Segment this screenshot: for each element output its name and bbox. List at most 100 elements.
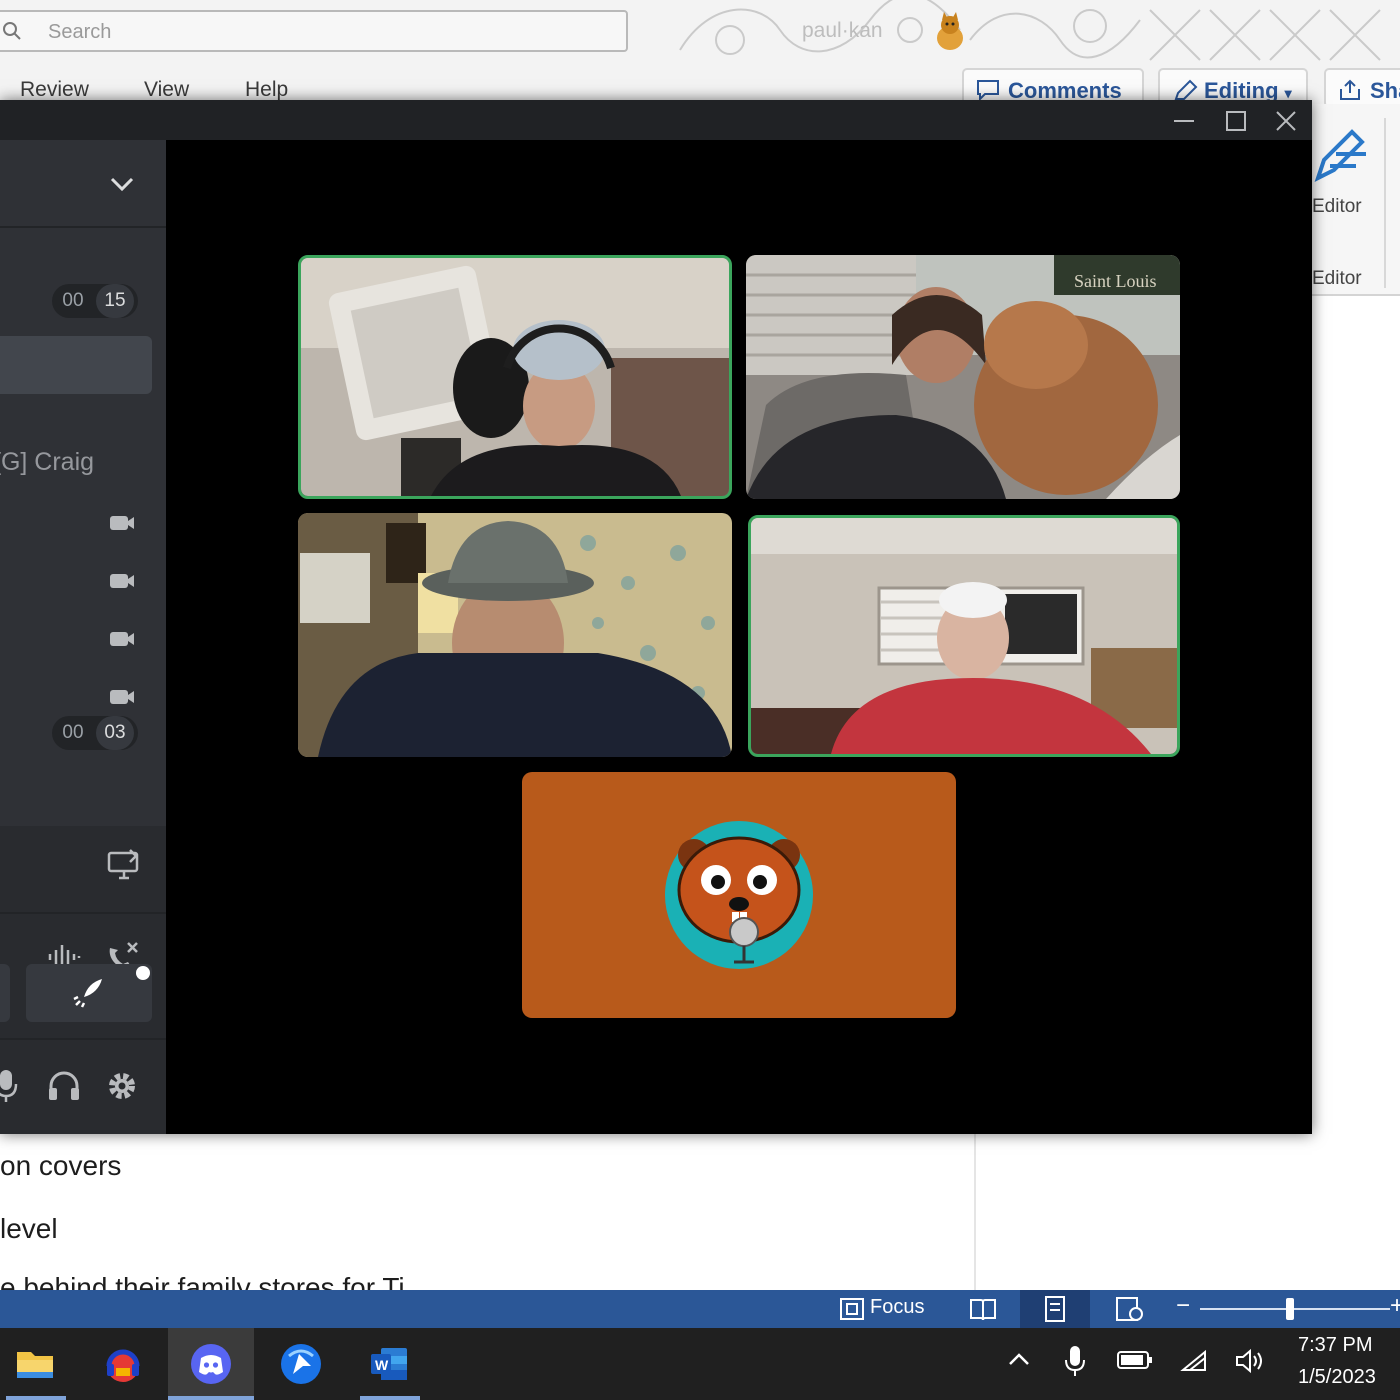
tab-review[interactable]: Review [20,78,89,102]
discord-window: 00 15 [G] Craig 00 03 Saint Louis [0,100,1312,1134]
page-margin-line [974,1134,976,1290]
timer-hours: 00 [62,290,84,311]
selected-voice-channel[interactable] [0,336,152,394]
ribbon-editor-group: Editor Editor [1312,104,1400,296]
windows-taskbar: W [0,1328,1400,1400]
event-timer-bottom: 00 03 [52,716,138,750]
account-avatar-icon[interactable] [928,10,972,54]
read-mode-button[interactable] [948,1290,1018,1328]
desktop: Search paul·kan Review View Help Comment… [0,0,1400,1400]
tab-view[interactable]: View [144,78,189,102]
web-layout-icon [1116,1297,1143,1321]
notification-dot [136,966,150,980]
word-icon: W [371,1348,407,1380]
camera-icon [110,574,134,588]
rocket-icon [73,979,102,1008]
zoom-slider-thumb[interactable] [1286,1298,1294,1320]
editor-icon[interactable] [1312,126,1372,186]
share-icon [1340,79,1360,100]
activities-rocket-button[interactable] [26,964,152,1022]
close-icon[interactable] [1268,106,1304,136]
taskbar-app-arrow[interactable] [258,1328,344,1400]
maximize-icon[interactable] [1218,106,1254,136]
focus-label[interactable]: Focus [870,1296,924,1319]
video-feed [301,258,729,496]
share-button[interactable]: Sha [1324,68,1400,108]
folder-icon [17,1352,53,1378]
video-feed [298,513,732,757]
arrow-app-icon [281,1344,321,1384]
channel-sidebar: 00 15 [G] Craig 00 03 [0,140,166,1134]
video-feed [751,518,1177,754]
chevron-down-icon: ▾ [1284,85,1292,101]
word-status-bar: Focus − + [0,1290,1400,1328]
running-indicator [360,1396,420,1400]
microphone-icon[interactable] [0,1068,18,1104]
video-tile-man-in-red-shirt[interactable] [748,515,1180,757]
chevron-down-icon[interactable] [108,174,136,194]
taskbar-app-headphones[interactable] [80,1328,166,1400]
microphone-icon[interactable] [1062,1344,1088,1378]
panel-divider [0,1038,166,1040]
page-icon [1045,1296,1065,1322]
battery-icon[interactable] [1116,1348,1154,1372]
active-indicator [168,1396,254,1400]
decorative-pattern [679,0,1381,61]
headphones-app-icon [106,1349,140,1382]
video-feed: Saint Louis [746,255,1180,499]
zoom-slider-track[interactable] [1200,1308,1390,1310]
gear-icon[interactable] [104,1068,140,1104]
discord-icon [191,1344,231,1384]
clock-time[interactable]: 7:37 PM [1298,1334,1372,1357]
comment-icon [977,80,999,101]
search-placeholder: Search [48,21,112,43]
chevron-up-icon[interactable] [1006,1348,1032,1372]
server-header[interactable] [0,140,166,228]
zoom-in-icon[interactable]: + [1390,1292,1400,1320]
headphones-icon[interactable] [46,1068,82,1104]
timer-minutes: 03 [96,716,134,750]
zoom-out-icon[interactable]: − [1176,1292,1190,1320]
event-timer-top: 00 15 [52,284,138,318]
screen-share-icon[interactable] [106,848,142,882]
search-box[interactable]: Search [0,10,628,52]
account-name[interactable]: paul·kan [802,19,883,43]
ribbon-divider [1384,118,1386,288]
panel-divider [0,912,166,914]
search-icon [3,22,21,40]
print-layout-button[interactable] [1020,1290,1090,1328]
wall-sign-text: Saint Louis [1074,271,1157,291]
taskbar-app-discord[interactable] [168,1328,254,1400]
tab-help[interactable]: Help [245,78,288,102]
camera-icon [110,690,134,704]
focus-icon[interactable] [838,1296,866,1322]
video-tile-woman-with-dog[interactable]: Saint Louis [746,255,1180,499]
running-indicator [6,1396,66,1400]
taskbar-app-word[interactable]: W [346,1328,432,1400]
word-title-bar: Search paul·kan [0,0,1400,66]
doc-text-line: e behind their family stores for Ti [0,1272,405,1290]
book-icon [970,1299,996,1321]
timer-minutes: 15 [96,284,134,318]
beaver-avatar-icon [665,821,813,969]
wifi-icon[interactable] [1180,1348,1210,1374]
volume-icon[interactable] [1234,1348,1268,1374]
taskbar-app-file-explorer[interactable] [0,1328,78,1400]
timer-hours: 00 [62,722,84,743]
doc-text-line: level [0,1213,58,1244]
clock-date[interactable]: 1/5/2023 [1298,1366,1376,1389]
voice-member-craig[interactable]: [G] Craig [0,448,94,477]
editor-button-label[interactable]: Editor [1312,196,1362,218]
video-tile-beaver-avatar[interactable] [522,772,956,1018]
doc-text-line: on covers [0,1150,122,1181]
camera-icon [110,516,134,530]
video-tile-man-in-hat[interactable] [298,513,732,757]
video-tile-man-with-headset[interactable] [298,255,732,499]
activity-button[interactable] [0,964,10,1022]
minimize-icon[interactable] [1166,106,1202,136]
discord-title-bar [0,100,1312,140]
camera-icon [110,632,134,646]
svg-text:W: W [375,1357,389,1373]
web-layout-button[interactable] [1094,1290,1164,1328]
user-control-bar [0,1038,166,1134]
